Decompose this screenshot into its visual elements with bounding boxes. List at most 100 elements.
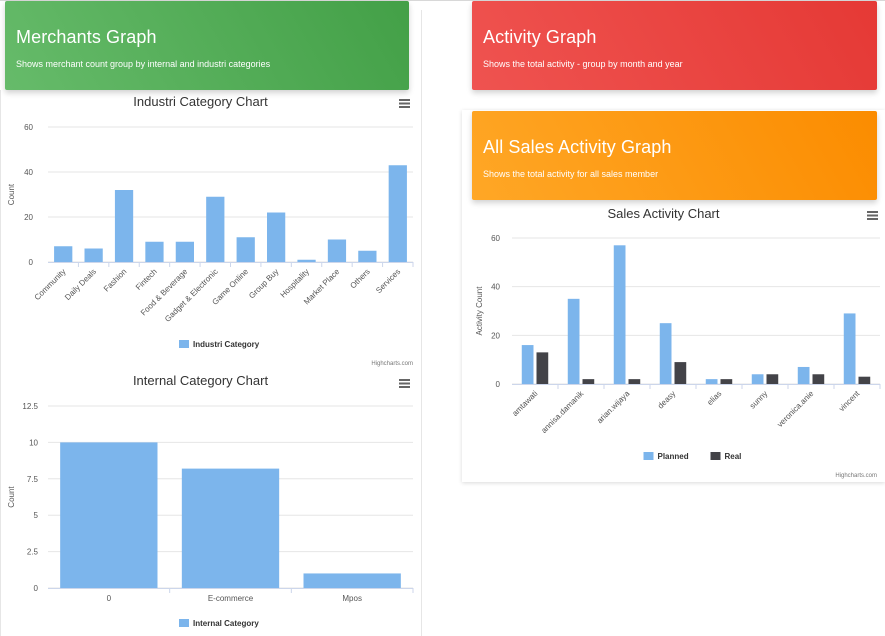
credits-link[interactable]: Highcharts.com (371, 361, 413, 367)
x-tick-label: 0 (107, 594, 112, 603)
column-divider (421, 10, 422, 636)
x-tick-label: Others (348, 267, 371, 290)
bar (613, 245, 626, 384)
bar (327, 239, 347, 262)
bar (720, 379, 733, 384)
y-tick-label: 60 (491, 234, 500, 243)
bar (536, 352, 549, 384)
chart-title: Industri Category Chart (133, 94, 268, 109)
legend-swatch (179, 619, 189, 627)
y-tick-label: 5 (34, 511, 39, 520)
bar (659, 323, 672, 384)
industri-category-chart: Industri Category Chart 0 20 40 60 Count Commu… (7, 94, 414, 367)
x-tick-label: E-commerce (208, 594, 254, 603)
y-tick-label: 40 (24, 168, 33, 177)
x-tick-label: Mpos (342, 594, 362, 603)
bar (145, 241, 164, 262)
sales-graph-header: All Sales Activity Graph Shows the total… (472, 111, 877, 200)
merchants-graph-title: Merchants Graph (16, 27, 157, 47)
activity-graph-subtitle: Shows the total activity - group by mont… (483, 59, 683, 69)
x-tick-label: sunny (748, 389, 769, 410)
activity-graph-header: Activity Graph Shows the total activity … (472, 1, 877, 90)
hamburger-menu-icon[interactable] (867, 211, 878, 220)
y-tick-label: 0 (496, 380, 501, 389)
y-tick-label: 20 (491, 331, 500, 340)
y-tick-label: 12.5 (22, 402, 38, 411)
x-tick-label: deasy (656, 389, 677, 410)
bar (60, 442, 158, 588)
x-tick-label: amtawati (510, 389, 539, 418)
bar (628, 379, 641, 384)
bar (812, 374, 825, 384)
credits-link[interactable]: Highcharts.com (835, 473, 877, 479)
y-axis-label: Activity Count (475, 286, 484, 336)
bar (705, 379, 718, 384)
bar (206, 196, 225, 262)
merchants-graph-subtitle: Shows merchant count group by internal a… (16, 59, 271, 69)
bar (521, 345, 534, 384)
legend-swatch (179, 340, 189, 348)
x-tick-label: veronica.anie (775, 389, 815, 429)
bar (751, 374, 764, 384)
chart-title: Internal Category Chart (133, 373, 269, 388)
y-tick-label: 40 (491, 283, 500, 292)
y-tick-label: 20 (24, 213, 33, 222)
bar (766, 374, 779, 384)
bar (267, 212, 286, 262)
bar (297, 259, 316, 262)
x-tick-label: Fintech (134, 267, 159, 292)
legend-label: Internal Category (193, 619, 259, 628)
hamburger-menu-icon[interactable] (399, 99, 410, 108)
y-axis-label: Count (7, 486, 16, 508)
merchants-graph-header: Merchants Graph Shows merchant count gro… (5, 1, 409, 90)
sales-activity-chart: Sales Activity Chart 0 20 40 60 Activity Coun… (475, 206, 881, 479)
x-tick-label: annisa.damanik (539, 388, 586, 435)
bar (358, 250, 377, 262)
bar (303, 573, 401, 588)
legend-item[interactable]: Internal Category (179, 619, 259, 628)
bar (858, 376, 871, 384)
bar (84, 248, 103, 262)
legend-item[interactable]: Real (710, 452, 742, 461)
hamburger-menu-icon[interactable] (399, 379, 410, 388)
x-tick-label: Daily Deals (63, 267, 98, 302)
bar (181, 468, 280, 588)
y-axis-label: Count (7, 183, 16, 205)
legend-label: Real (725, 452, 742, 461)
y-tick-label: 60 (24, 123, 33, 132)
bar (388, 165, 407, 262)
legend-swatch (643, 452, 654, 460)
chart-title: Sales Activity Chart (608, 206, 720, 221)
x-tick-label: elias (705, 389, 723, 407)
internal-category-chart: Internal Category Chart 0 2.5 5 7.5 10 12.5 Cou… (7, 373, 414, 628)
x-tick-label: Group Buy (247, 267, 280, 300)
bar (567, 298, 580, 384)
bar (54, 246, 73, 262)
bar (114, 190, 134, 262)
x-tick-label: Community (33, 267, 68, 302)
bar (797, 366, 810, 384)
x-tick-label: Gadget & Electronic (163, 267, 220, 324)
y-tick-label: 0 (29, 258, 34, 267)
y-tick-label: 10 (29, 438, 38, 447)
y-tick-label: 0 (34, 584, 39, 593)
legend-label: Industri Category (193, 340, 260, 349)
bar (236, 237, 255, 262)
bar (843, 313, 856, 384)
bar (674, 362, 687, 384)
y-tick-label: 2.5 (27, 548, 39, 557)
legend-item[interactable]: Planned (643, 452, 689, 461)
bar (582, 379, 595, 384)
x-tick-label: Services (374, 267, 402, 295)
sales-graph-subtitle: Shows the total activity for all sales m… (483, 169, 659, 179)
legend-item[interactable]: Industri Category (179, 340, 260, 349)
activity-graph-title: Activity Graph (483, 27, 597, 47)
x-tick-label: Fashion (102, 267, 128, 293)
x-tick-label: arian.wijaya (595, 389, 632, 426)
x-tick-label: vincent (837, 389, 862, 414)
y-tick-label: 7.5 (27, 475, 39, 484)
legend-swatch (710, 452, 721, 460)
bar (175, 241, 194, 262)
legend-label: Planned (658, 452, 689, 461)
sales-graph-title: All Sales Activity Graph (483, 137, 672, 157)
